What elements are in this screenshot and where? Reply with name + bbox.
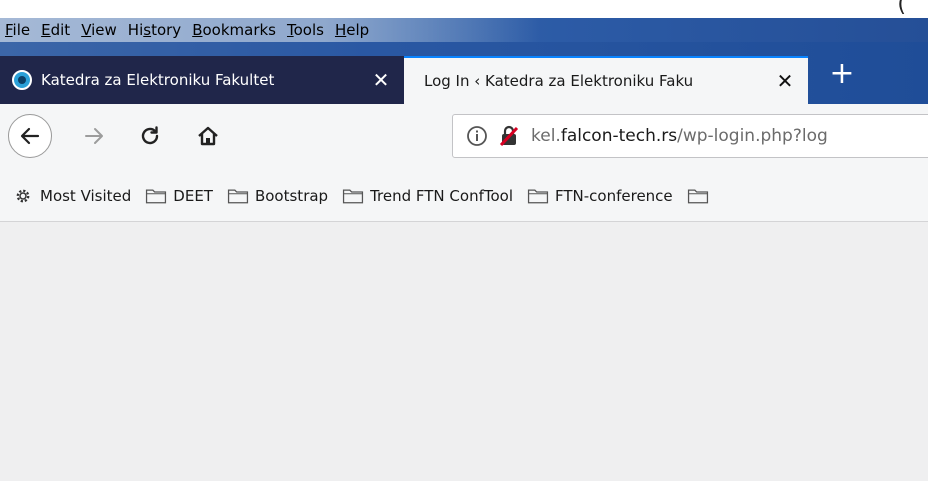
url-subdomain: kel. xyxy=(531,126,561,146)
menu-file-label: ile xyxy=(12,21,31,39)
bookmark-overflow-folder[interactable] xyxy=(687,187,715,205)
close-icon[interactable]: ✕ xyxy=(768,69,802,93)
reload-icon xyxy=(141,126,159,145)
url-bar[interactable]: kel.falcon-tech.rs/wp-login.php?log xyxy=(452,114,928,158)
url-path: /wp-login.php?log xyxy=(677,126,828,146)
bookmark-most-visited[interactable]: Most Visited xyxy=(12,187,131,205)
menu-history-pre: Hi xyxy=(127,21,144,39)
menu-tools[interactable]: Tools xyxy=(282,21,324,39)
info-icon[interactable] xyxy=(465,124,489,148)
site-favicon-icon xyxy=(12,70,32,90)
menu-bookmarks-accel: B xyxy=(192,21,203,39)
folder-icon xyxy=(687,189,708,203)
arrow-right-icon xyxy=(85,128,103,144)
folder-icon xyxy=(146,189,167,203)
home-button[interactable] xyxy=(190,118,226,154)
home-icon xyxy=(198,126,218,146)
menu-edit-label: dit xyxy=(50,21,71,39)
menu-history[interactable]: History xyxy=(123,21,181,39)
menu-items: File Edit View History Bookmarks Tools H… xyxy=(0,18,375,42)
arrow-left-icon xyxy=(20,127,40,145)
title-strip xyxy=(0,0,928,18)
bookmark-label: Bootstrap xyxy=(254,186,329,205)
menu-history-accel: s xyxy=(143,21,152,39)
menu-view[interactable]: View xyxy=(76,21,117,39)
menu-help-accel: H xyxy=(334,21,347,39)
menu-bookmarks-label: ookmarks xyxy=(202,21,276,39)
menu-history-label: tory xyxy=(151,21,182,39)
tab-katedra[interactable]: Katedra za Elektroniku Fakultet ✕ xyxy=(0,56,404,104)
menu-view-accel: V xyxy=(81,21,92,39)
url-host: falcon-tech.rs xyxy=(560,126,678,146)
menu-edit[interactable]: Edit xyxy=(36,21,70,39)
insecure-lock-icon[interactable] xyxy=(497,124,521,148)
navigation-toolbar: kel.falcon-tech.rs/wp-login.php?log xyxy=(0,104,928,170)
menu-view-label: iew xyxy=(91,21,117,39)
bookmark-deet[interactable]: DEET xyxy=(145,187,213,205)
forward-button[interactable] xyxy=(76,118,112,154)
back-button[interactable] xyxy=(8,114,52,158)
folder-icon xyxy=(227,189,249,203)
menu-edit-accel: E xyxy=(41,21,51,39)
menu-tools-label: ools xyxy=(293,21,324,39)
new-tab-button[interactable]: + xyxy=(822,56,862,92)
bookmark-label: DEET xyxy=(173,186,213,205)
bookmark-bootstrap[interactable]: Bootstrap xyxy=(227,187,328,205)
menu-tools-accel: T xyxy=(287,21,294,39)
bookmark-label: Trend FTN ConfTool xyxy=(370,186,513,205)
menu-help-label: elp xyxy=(346,21,370,39)
menu-file[interactable]: File xyxy=(0,21,30,39)
tab-title: Log In ‹ Katedra za Elektroniku Faku xyxy=(424,72,694,90)
bookmark-ftn-conference[interactable]: FTN-conference xyxy=(527,187,673,205)
tab-strip: Katedra za Elektroniku Fakultet ✕ Log In… xyxy=(0,42,928,104)
tab-title: Katedra za Elektroniku Fakultet xyxy=(41,71,275,89)
bookmarks-toolbar: Most Visited DEET Bootstrap Trend FTN Co… xyxy=(0,170,928,222)
menu-bar: File Edit View History Bookmarks Tools H… xyxy=(0,0,928,42)
url-text[interactable]: kel.falcon-tech.rs/wp-login.php?log xyxy=(531,126,828,146)
tab-login[interactable]: Log In ‹ Katedra za Elektroniku Faku ✕ xyxy=(404,56,808,104)
folder-icon xyxy=(527,189,549,203)
menu-file-accel: F xyxy=(5,21,13,39)
reload-button[interactable] xyxy=(132,118,168,154)
corner-glyph: ( xyxy=(897,0,906,17)
page-content xyxy=(0,222,928,481)
menu-bookmarks[interactable]: Bookmarks xyxy=(187,21,276,39)
bookmark-label: FTN-conference xyxy=(555,186,673,205)
folder-icon xyxy=(342,189,364,203)
bookmark-trend-ftn-conftool[interactable]: Trend FTN ConfTool xyxy=(342,187,513,205)
close-icon[interactable]: ✕ xyxy=(364,68,398,92)
bookmark-label: Most Visited xyxy=(40,186,132,205)
gear-icon xyxy=(16,189,30,202)
menu-help[interactable]: Help xyxy=(330,21,369,39)
